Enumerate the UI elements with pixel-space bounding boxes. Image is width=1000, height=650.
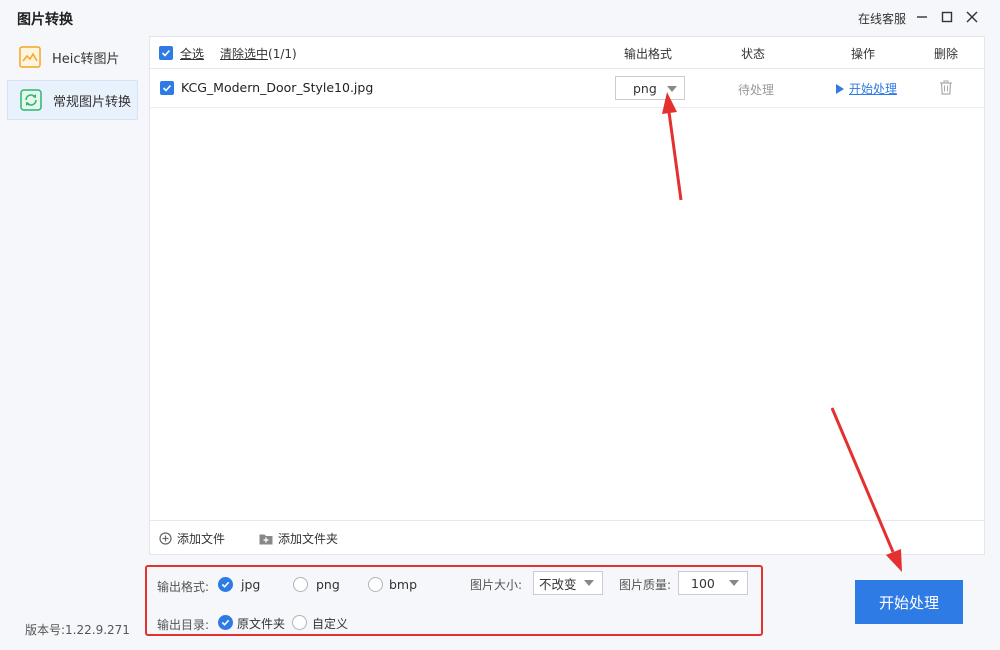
checkmark-icon — [221, 619, 230, 626]
add-folder-button[interactable]: 添加文件夹 — [259, 530, 338, 547]
checkmark-icon — [221, 581, 230, 588]
add-file-button[interactable]: 添加文件 — [159, 530, 225, 547]
checkmark-icon — [161, 49, 171, 57]
row-delete-button[interactable] — [939, 80, 953, 99]
image-size-select[interactable]: 不改变 — [533, 571, 603, 595]
sidebar-item-convert[interactable]: 常规图片转换 — [7, 80, 138, 120]
format-radio-bmp[interactable] — [368, 577, 383, 592]
row-format-select[interactable]: png — [615, 76, 685, 100]
select-all-checkbox[interactable] — [159, 46, 173, 60]
minimize-button[interactable] — [913, 8, 931, 26]
maximize-button[interactable] — [938, 8, 956, 26]
window-title: 图片转换 — [17, 12, 73, 28]
image-size-label: 图片大小: — [470, 578, 523, 592]
image-size-value: 不改变 — [539, 576, 577, 592]
column-delete: 删除 — [934, 47, 959, 61]
maximize-icon — [941, 11, 953, 23]
image-quality-select[interactable]: 100 — [678, 571, 748, 595]
panel-footer: 添加文件 添加文件夹 — [150, 520, 984, 554]
format-option-png: png — [316, 577, 340, 592]
output-dir-radio-custom[interactable] — [292, 615, 307, 630]
sidebar-item-label: 常规图片转换 — [53, 94, 132, 110]
chevron-down-icon — [584, 580, 594, 586]
output-dir-label: 输出目录: — [157, 618, 210, 632]
format-radio-png[interactable] — [293, 577, 308, 592]
row-start-button[interactable]: 开始处理 — [836, 80, 897, 97]
output-dir-radio-original[interactable] — [218, 615, 233, 630]
online-service-link[interactable]: 在线客服 — [858, 10, 906, 27]
heic-image-icon — [17, 44, 43, 70]
plus-circle-icon — [159, 532, 172, 545]
format-option-jpg: jpg — [241, 577, 261, 592]
minimize-icon — [917, 16, 927, 18]
selected-count: (1/1) — [268, 47, 297, 61]
file-list-panel: 全选 清除选中(1/1) 输出格式 状态 操作 删除 KCG_Modern_Do… — [149, 36, 985, 555]
column-format: 输出格式 — [624, 47, 673, 61]
table-row: KCG_Modern_Door_Style10.jpg png 待处理 开始处理 — [150, 69, 984, 108]
image-quality-label: 图片质量: — [619, 578, 672, 592]
column-status: 状态 — [741, 47, 766, 61]
add-file-label: 添加文件 — [177, 532, 226, 546]
chevron-down-icon — [729, 580, 739, 586]
row-start-label: 开始处理 — [849, 82, 898, 96]
close-icon — [966, 11, 978, 23]
sidebar-item-heic[interactable]: Heic转图片 — [7, 37, 138, 77]
format-option-bmp: bmp — [389, 577, 418, 592]
version-label: 版本号:1.22.9.271 — [25, 623, 130, 637]
add-folder-icon — [259, 533, 273, 545]
play-icon — [836, 83, 844, 94]
image-quality-value: 100 — [691, 575, 715, 591]
convert-refresh-icon — [18, 87, 44, 113]
output-dir-custom: 自定义 — [312, 617, 349, 631]
column-action: 操作 — [851, 47, 876, 61]
clear-selected-link[interactable]: 清除选中 — [220, 47, 268, 61]
file-name: KCG_Modern_Door_Style10.jpg — [181, 80, 374, 95]
output-format-label: 输出格式: — [157, 580, 210, 594]
title-bar: 图片转换 在线客服 — [0, 0, 1000, 36]
format-radio-jpg[interactable] — [218, 577, 233, 592]
row-status: 待处理 — [738, 83, 775, 97]
select-all-link[interactable]: 全选 — [180, 45, 204, 62]
row-format-value: png — [633, 80, 657, 96]
close-button[interactable] — [963, 8, 981, 26]
chevron-down-icon — [667, 86, 677, 92]
output-dir-original: 原文件夹 — [237, 617, 286, 631]
start-processing-button[interactable]: 开始处理 — [855, 580, 963, 624]
row-checkbox[interactable] — [160, 81, 174, 95]
checkmark-icon — [162, 84, 172, 92]
add-folder-label: 添加文件夹 — [278, 532, 339, 546]
sidebar: Heic转图片 常规图片转换 — [0, 36, 144, 650]
output-settings: 输出格式: jpg png bmp 图片大小: 不改变 图片质量: 100 输出… — [145, 565, 763, 636]
trash-icon — [940, 80, 952, 95]
sidebar-item-label: Heic转图片 — [52, 51, 120, 67]
table-header: 全选 清除选中(1/1) 输出格式 状态 操作 删除 — [150, 37, 984, 69]
clear-selected-group: 清除选中(1/1) — [220, 45, 297, 62]
